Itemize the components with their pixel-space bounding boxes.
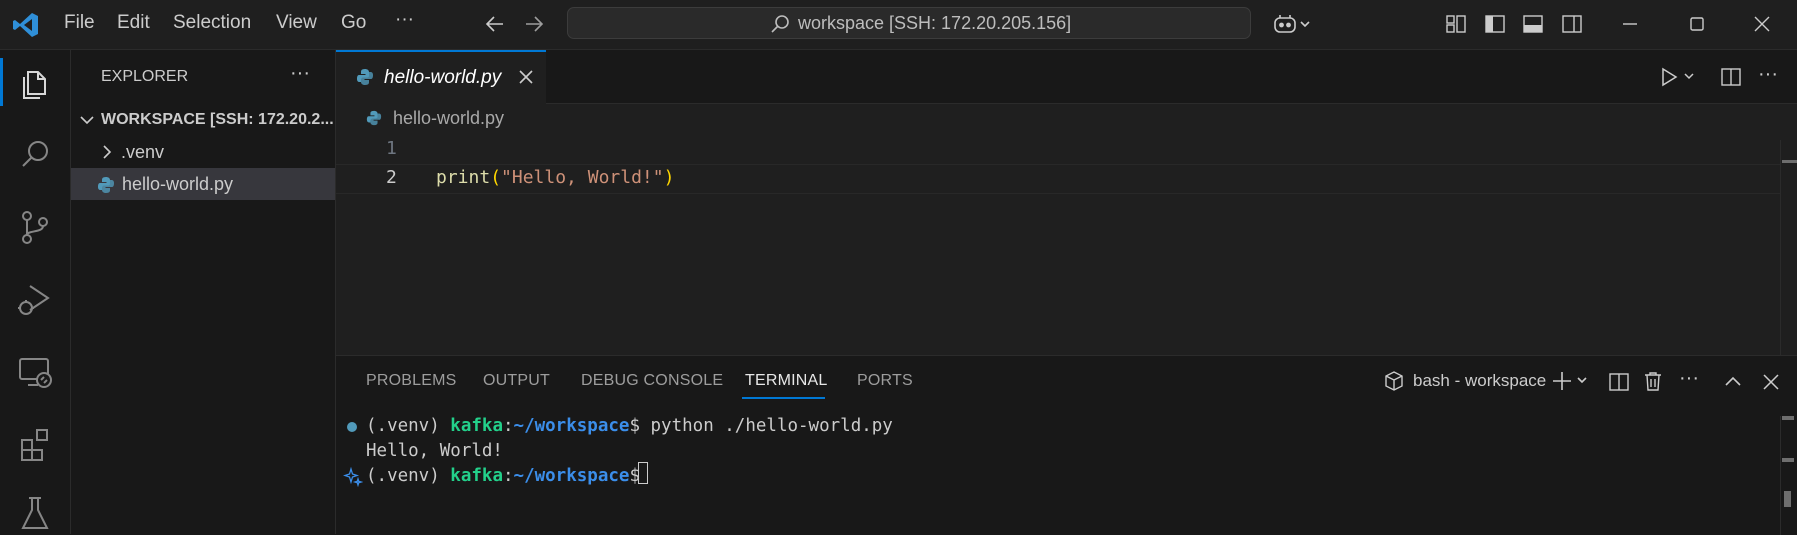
run-and-debug-icon[interactable] bbox=[14, 278, 56, 320]
terminal-line: (.venv) kafka:~/workspace$ bbox=[366, 466, 651, 486]
testing-icon[interactable] bbox=[14, 490, 56, 532]
terminal-path: ~/workspace bbox=[513, 416, 630, 436]
tab-hello-world[interactable]: hello-world.py bbox=[336, 50, 546, 104]
split-editor-icon[interactable] bbox=[1720, 66, 1742, 88]
maximize-icon[interactable] bbox=[1687, 14, 1707, 34]
remote-explorer-icon[interactable] bbox=[14, 350, 56, 392]
terminal-scrollbar-track bbox=[1780, 416, 1781, 535]
title-bar: File Edit Selection View Go ··· workspac… bbox=[0, 0, 1797, 50]
command-success-decoration bbox=[347, 422, 357, 432]
back-arrow-icon[interactable] bbox=[484, 13, 506, 35]
workspace-label: WORKSPACE [SSH: 172.20.2... bbox=[101, 111, 334, 128]
source-control-icon[interactable] bbox=[14, 206, 56, 248]
terminal-name[interactable]: bash - workspace bbox=[1413, 371, 1546, 391]
sidebar-title: EXPLORER bbox=[101, 68, 189, 85]
terminal-profile-icon bbox=[1384, 370, 1404, 392]
active-indicator bbox=[0, 58, 3, 106]
chevron-right-icon bbox=[99, 144, 115, 160]
breadcrumb[interactable]: hello-world.py bbox=[393, 108, 504, 129]
workspace-section-header[interactable]: WORKSPACE [SSH: 172.20.2... bbox=[71, 105, 335, 135]
panel-more-actions[interactable]: ··· bbox=[1679, 367, 1699, 390]
customize-layout-icon[interactable] bbox=[1445, 13, 1467, 35]
maximize-panel-icon[interactable] bbox=[1723, 372, 1743, 392]
python-file-icon bbox=[366, 110, 382, 126]
tree-item-label: hello-world.py bbox=[122, 174, 234, 194]
copilot-icon[interactable] bbox=[1272, 11, 1312, 37]
python-file-icon bbox=[97, 176, 115, 194]
tab-debug-console[interactable]: DEBUG CONSOLE bbox=[581, 372, 723, 390]
toggle-primary-sidebar-icon[interactable] bbox=[1484, 13, 1506, 35]
code-function: print bbox=[436, 167, 491, 188]
tab-terminal[interactable]: TERMINAL bbox=[745, 372, 828, 390]
editor-area: hello-world.py ··· hello-world.py 1 2 pr… bbox=[336, 50, 1797, 355]
toggle-secondary-sidebar-icon[interactable] bbox=[1561, 13, 1583, 35]
tree-item-hello-world[interactable]: hello-world.py bbox=[71, 168, 335, 200]
close-window-icon[interactable] bbox=[1752, 14, 1772, 34]
terminal-overview-marker bbox=[1782, 416, 1794, 420]
chevron-down-icon bbox=[78, 111, 96, 129]
scrollbar-marker bbox=[1782, 160, 1797, 163]
activity-bar bbox=[0, 50, 71, 534]
terminal-colon: : bbox=[502, 416, 514, 436]
editor-tab-strip: hello-world.py ··· bbox=[336, 50, 1797, 104]
venv-prefix: (.venv) bbox=[366, 466, 451, 486]
terminal-path: ~/workspace bbox=[513, 466, 630, 486]
bottom-panel: PROBLEMS OUTPUT DEBUG CONSOLE TERMINAL P… bbox=[336, 355, 1797, 535]
terminal-overview-marker bbox=[1782, 458, 1794, 462]
python-file-icon bbox=[356, 68, 374, 86]
code-paren: ( bbox=[490, 167, 502, 188]
tab-problems[interactable]: PROBLEMS bbox=[366, 372, 457, 390]
search-icon bbox=[770, 14, 790, 34]
menu-selection[interactable]: Selection bbox=[173, 12, 251, 34]
line-number: 2 bbox=[386, 167, 397, 188]
tree-item-label: .venv bbox=[121, 142, 165, 162]
trash-icon[interactable] bbox=[1642, 370, 1664, 392]
tab-label: hello-world.py bbox=[384, 67, 502, 88]
command-center-label: workspace [SSH: 172.20.205.156] bbox=[798, 13, 1072, 33]
menu-go[interactable]: Go bbox=[341, 12, 366, 34]
search-view-icon[interactable] bbox=[14, 134, 56, 176]
active-tab-underline bbox=[742, 397, 825, 399]
close-tab-icon[interactable] bbox=[518, 69, 534, 85]
code-string: "Hello, World!" bbox=[501, 167, 664, 188]
code-line[interactable]: print("Hello, World!") bbox=[436, 167, 674, 188]
terminal-user: kafka bbox=[450, 416, 503, 436]
minimap-divider bbox=[1780, 140, 1781, 355]
editor-more-actions[interactable]: ··· bbox=[1758, 63, 1778, 86]
extensions-icon[interactable] bbox=[14, 422, 56, 464]
venv-prefix: (.venv) bbox=[366, 416, 451, 436]
new-terminal-icon[interactable] bbox=[1551, 370, 1591, 392]
line-number: 1 bbox=[386, 138, 397, 159]
command-center[interactable]: workspace [SSH: 172.20.205.156] bbox=[567, 7, 1251, 39]
close-panel-icon[interactable] bbox=[1761, 372, 1781, 392]
menu-edit[interactable]: Edit bbox=[117, 12, 150, 34]
run-python-file-icon[interactable] bbox=[1659, 67, 1697, 87]
code-paren: ) bbox=[663, 167, 675, 188]
terminal-command: python ./hello-world.py bbox=[650, 416, 893, 436]
terminal-user: kafka bbox=[450, 466, 503, 486]
terminal-scrollbar-thumb[interactable] bbox=[1784, 491, 1791, 507]
sidebar-more-actions[interactable]: ··· bbox=[290, 62, 310, 85]
menu-view[interactable]: View bbox=[276, 12, 317, 34]
terminal-cursor[interactable] bbox=[638, 462, 648, 484]
menu-file[interactable]: File bbox=[64, 12, 95, 34]
terminal-line: (.venv) kafka:~/workspace$ python ./hell… bbox=[366, 416, 893, 436]
forward-arrow-icon[interactable] bbox=[523, 13, 545, 35]
tab-output[interactable]: OUTPUT bbox=[483, 372, 550, 390]
split-terminal-icon[interactable] bbox=[1608, 371, 1630, 393]
terminal-colon: : bbox=[502, 466, 514, 486]
vscode-logo-icon bbox=[12, 11, 40, 39]
terminal-output: Hello, World! bbox=[366, 441, 503, 461]
tab-ports[interactable]: PORTS bbox=[857, 372, 913, 390]
explorer-icon[interactable] bbox=[14, 62, 56, 104]
terminal-prompt: $ bbox=[629, 416, 651, 436]
tree-item-venv[interactable]: .venv bbox=[71, 136, 335, 168]
toggle-panel-icon[interactable] bbox=[1522, 13, 1544, 35]
minimize-icon[interactable] bbox=[1620, 14, 1640, 34]
sparkle-icon[interactable] bbox=[343, 467, 363, 487]
explorer-sidebar: EXPLORER ··· WORKSPACE [SSH: 172.20.2...… bbox=[71, 50, 336, 534]
menu-more[interactable]: ··· bbox=[395, 9, 414, 31]
